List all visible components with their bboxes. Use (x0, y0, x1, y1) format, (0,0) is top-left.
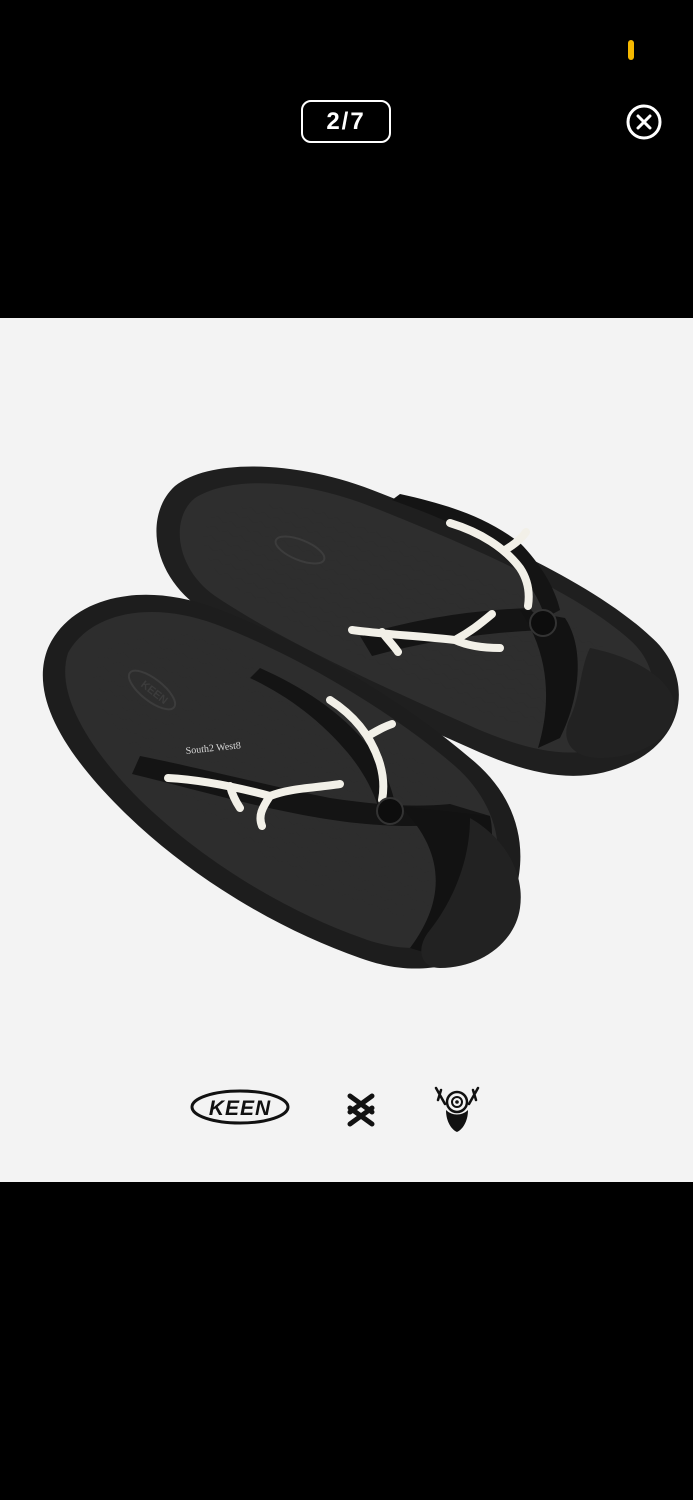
skull-antler-target-icon (434, 1086, 480, 1132)
butterfly-logo-icon (347, 1093, 375, 1127)
page-counter: 2/7 (301, 100, 391, 143)
close-button[interactable] (626, 104, 662, 140)
logo-keen: KEEN (190, 1089, 290, 1125)
status-indicator (628, 40, 634, 60)
keen-logo-text: KEEN (209, 1097, 271, 1120)
sandals-illustration: South2 West8 KEEN KEEN (42, 466, 679, 1132)
product-photo[interactable]: South2 West8 KEEN KEEN (0, 318, 693, 1182)
close-icon (626, 104, 662, 140)
